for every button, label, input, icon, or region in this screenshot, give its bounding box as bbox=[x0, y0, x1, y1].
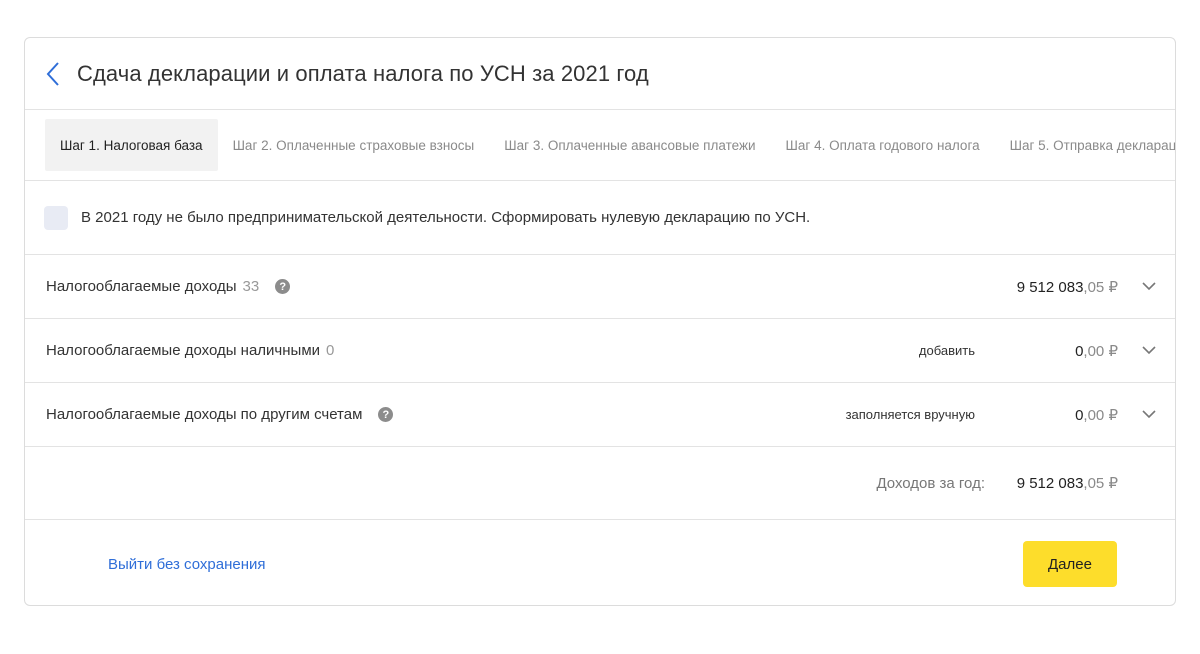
question-icon[interactable]: ? bbox=[378, 407, 394, 422]
manual-fill-note: заполняется вручную bbox=[845, 407, 975, 422]
tab-step-1[interactable]: Шаг 1. Налоговая база bbox=[45, 119, 218, 171]
chevron-left-icon bbox=[46, 61, 59, 86]
declaration-card: Сдача декларации и оплата налога по УСН … bbox=[24, 37, 1176, 606]
steps-tabs: Шаг 1. Налоговая база Шаг 2. Оплаченные … bbox=[25, 110, 1175, 181]
add-cash-income-link[interactable]: добавить bbox=[919, 343, 975, 358]
card-footer: Выйти без сохранения Далее bbox=[25, 520, 1175, 605]
tab-step-5[interactable]: Шаг 5. Отправка декларации bbox=[995, 119, 1175, 171]
tab-step-3[interactable]: Шаг 3. Оплаченные авансовые платежи bbox=[489, 119, 770, 171]
zero-declaration-checkbox[interactable] bbox=[44, 205, 68, 230]
tab-step-4[interactable]: Шаг 4. Оплата годового налога bbox=[771, 119, 995, 171]
chevron-down-icon[interactable] bbox=[1141, 407, 1157, 423]
income-row-label: Налогооблагаемые доходы наличными bbox=[46, 342, 321, 359]
exit-without-saving-link[interactable]: Выйти без сохранения bbox=[108, 556, 266, 573]
next-button[interactable]: Далее bbox=[1023, 541, 1117, 587]
annual-income-total: Доходов за год: 9 512 083,05 ₽ bbox=[25, 447, 1175, 520]
income-row-cash[interactable]: Налогооблагаемые доходы наличными 0 доба… bbox=[25, 319, 1175, 383]
income-row-other-accounts[interactable]: Налогооблагаемые доходы по другим счетам… bbox=[25, 383, 1175, 447]
zero-declaration-label: В 2021 году не было предпринимательской … bbox=[81, 209, 811, 226]
question-icon[interactable]: ? bbox=[275, 279, 291, 294]
chevron-down-icon[interactable] bbox=[1141, 343, 1157, 359]
tab-step-2[interactable]: Шаг 2. Оплаченные страховые взносы bbox=[218, 119, 490, 171]
chevron-down-icon[interactable] bbox=[1141, 279, 1157, 295]
income-row-label: Налогооблагаемые доходы bbox=[46, 278, 237, 295]
total-amount: 9 512 083,05 ₽ bbox=[1016, 475, 1118, 492]
page-header: Сдача декларации и оплата налога по УСН … bbox=[25, 38, 1175, 110]
income-row-count: 0 bbox=[326, 342, 335, 359]
income-row-amount: 0,00 ₽ bbox=[1075, 342, 1118, 360]
zero-declaration-option: В 2021 году не было предпринимательской … bbox=[25, 181, 1175, 255]
page-title: Сдача декларации и оплата налога по УСН … bbox=[77, 60, 649, 86]
income-row-count: 33 bbox=[242, 278, 260, 295]
income-row-label: Налогооблагаемые доходы по другим счетам bbox=[46, 406, 363, 423]
total-label: Доходов за год: bbox=[876, 474, 985, 492]
income-row-amount: 0,00 ₽ bbox=[1075, 406, 1118, 424]
income-row-amount: 9 512 083,05 ₽ bbox=[1016, 278, 1118, 296]
back-button[interactable] bbox=[41, 60, 65, 88]
income-row-taxable[interactable]: Налогооблагаемые доходы 33 ? 9 512 083,0… bbox=[25, 255, 1175, 319]
